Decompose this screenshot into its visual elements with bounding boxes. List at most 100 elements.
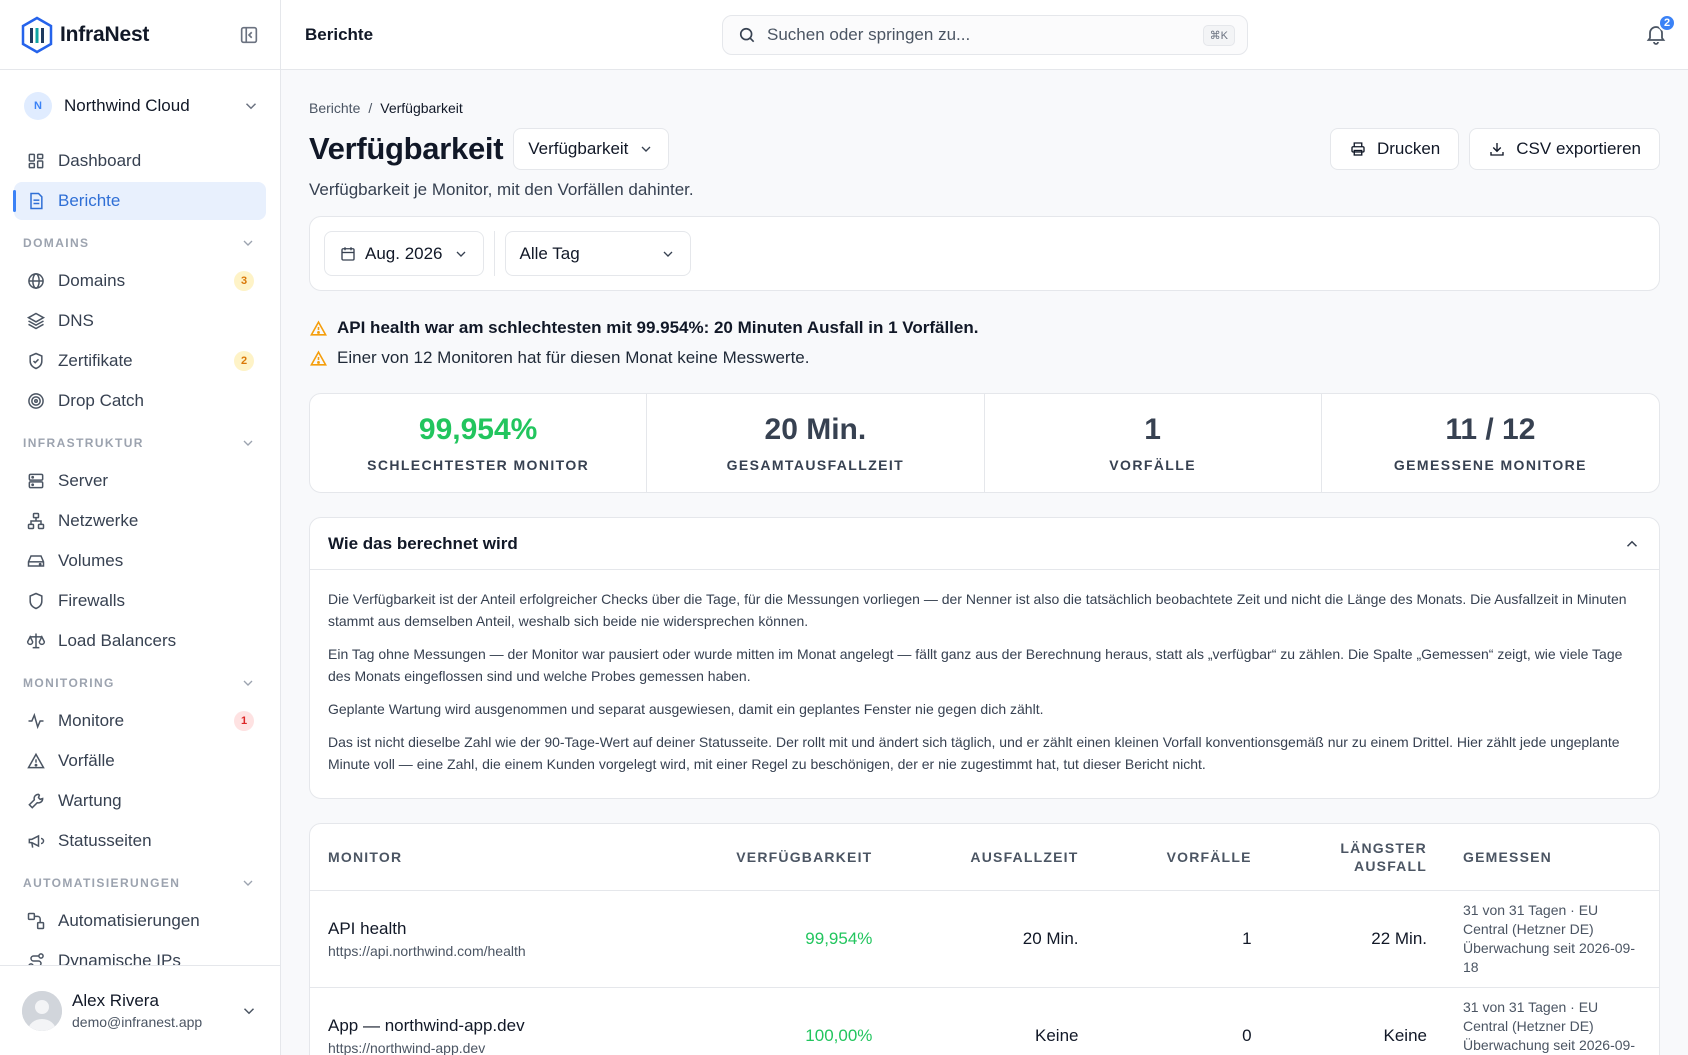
- alert-triangle-icon: [310, 350, 327, 366]
- monitor-name[interactable]: API health: [328, 919, 626, 939]
- stat-label: SCHLECHTESTER MONITOR: [367, 457, 590, 473]
- explainer-toggle[interactable]: Wie das berechnet wird: [310, 518, 1659, 570]
- measured-cell: 31 von 31 Tagen · EU Central (Hetzner DE…: [1445, 890, 1659, 988]
- sidebar-item-label: Firewalls: [58, 591, 126, 610]
- warning-item: API health war am schlechtesten mit 99.9…: [309, 313, 1660, 343]
- section-domains[interactable]: DOMAINS: [14, 224, 266, 262]
- chevron-down-icon: [243, 240, 253, 246]
- user-menu[interactable]: Alex Rivera demo@infranest.app: [0, 965, 280, 1055]
- alert-triangle-icon: [27, 752, 45, 769]
- section-monitoring[interactable]: MONITORING: [14, 664, 266, 702]
- availability-table: MONITOR VERFÜGBARKEIT AUSFALLZEIT VORFÄL…: [309, 823, 1660, 1055]
- report-icon: [30, 192, 43, 210]
- scale-icon: [26, 633, 46, 649]
- explainer-paragraph: Geplante Wartung wird ausgenommen und se…: [328, 701, 1044, 717]
- column-downtime[interactable]: AUSFALLZEIT: [890, 824, 1097, 891]
- chevron-down-icon: [243, 680, 253, 686]
- sidebar-item-server[interactable]: Server: [14, 462, 266, 500]
- sidebar-item-vorfaelle[interactable]: Vorfälle: [14, 742, 266, 780]
- stat-label: GEMESSENE MONITORE: [1393, 457, 1587, 473]
- column-measured[interactable]: GEMESSEN: [1445, 824, 1659, 891]
- sidebar-item-loadbalancers[interactable]: Load Balancers: [14, 622, 266, 660]
- explainer-paragraph: Die Verfügbarkeit ist der Anteil erfolgr…: [328, 591, 1627, 629]
- activity-icon: [28, 712, 44, 730]
- section-label: MONITORING: [23, 676, 115, 690]
- column-longest-outage[interactable]: LÄNGSTER AUSFALL: [1269, 824, 1445, 891]
- table-header-row: MONITOR VERFÜGBARKEIT AUSFALLZEIT VORFÄL…: [310, 824, 1659, 891]
- target-icon: [28, 393, 44, 409]
- sidebar-item-label: Server: [58, 471, 109, 490]
- count-badge: 2: [234, 351, 254, 371]
- stat-measured-monitors: 11 / 12 GEMESSENE MONITORE: [1322, 394, 1659, 492]
- section-automatisierungen[interactable]: AUTOMATISIERUNGEN: [14, 864, 266, 902]
- brand: InfraNest: [0, 0, 280, 70]
- sidebar-item-label: Statusseiten: [58, 831, 152, 850]
- infranest-logo-icon: [21, 16, 53, 53]
- filter-bar: Aug. 2026 Alle Tag: [309, 216, 1660, 291]
- chevron-down-icon: [641, 146, 651, 152]
- shortcut-hint: ⌘K: [1202, 24, 1235, 46]
- csv-export-button[interactable]: CSV exportieren: [1469, 128, 1660, 170]
- search-icon: [739, 27, 755, 43]
- section-label: INFRASTRUKTUR: [23, 436, 144, 450]
- sidebar-item-firewalls[interactable]: Firewalls: [14, 582, 266, 620]
- sidebar-item-volumes[interactable]: Volumes: [14, 542, 266, 580]
- breadcrumb-root[interactable]: Berichte: [309, 100, 360, 116]
- column-availability[interactable]: VERFÜGBARKEIT: [644, 824, 891, 891]
- measured-cell: 31 von 31 Tagen · EU Central (Hetzner DE…: [1445, 987, 1659, 1055]
- sidebar-item-statusseiten[interactable]: Statusseiten: [14, 822, 266, 860]
- stat-value: 1: [1144, 413, 1161, 446]
- sidebar-item-zertifikate[interactable]: Zertifikate 2: [14, 342, 266, 380]
- topbar-title: Berichte: [305, 24, 374, 44]
- column-label-line: AUSFALL: [1354, 857, 1427, 874]
- globe-icon: [28, 273, 44, 289]
- chevron-up-icon: [1626, 540, 1638, 547]
- sidebar-item-netzwerke[interactable]: Netzwerke: [14, 502, 266, 540]
- column-monitor[interactable]: MONITOR: [310, 824, 645, 891]
- sidebar: InfraNest N Northwind Cloud Dashboard Be…: [0, 0, 281, 1055]
- sidebar-item-dns[interactable]: DNS: [14, 302, 266, 340]
- longest-outage-cell: 22 Min.: [1269, 890, 1445, 988]
- sidebar-item-label: Monitore: [58, 711, 125, 730]
- explainer-paragraph: Das ist nicht dieselbe Zahl wie der 90-T…: [328, 734, 1620, 772]
- user-email: demo@infranest.app: [72, 1014, 203, 1030]
- sidebar-item-monitore[interactable]: Monitore 1: [14, 702, 266, 740]
- sidebar-item-dropcatch[interactable]: Drop Catch: [14, 382, 266, 420]
- section-infrastruktur[interactable]: INFRASTRUKTUR: [14, 424, 266, 462]
- monitor-url: https://api.northwind.com/health: [328, 942, 526, 959]
- org-switcher[interactable]: N Northwind Cloud: [0, 70, 280, 142]
- stat-value: 99,954%: [418, 413, 538, 446]
- tag-value: Alle Tag: [519, 243, 580, 263]
- stat-worst-monitor: 99,954% SCHLECHTESTER MONITOR: [310, 394, 648, 492]
- sidebar-collapse-icon[interactable]: [238, 24, 260, 46]
- page-title: Verfügbarkeit: [309, 131, 504, 166]
- table-row[interactable]: App — northwind-app.dev https://northwin…: [310, 987, 1659, 1055]
- sidebar-item-label: Berichte: [58, 191, 121, 210]
- main-content: Berichte / Verfügbarkeit Verfügbarkeit V…: [281, 70, 1688, 1055]
- sidebar-item-label: Netzwerke: [58, 511, 139, 530]
- monitor-cell: API health https://api.northwind.com/hea…: [310, 890, 645, 988]
- sidebar-item-label: Wartung: [58, 791, 122, 810]
- brand-name: InfraNest: [60, 22, 150, 46]
- month-picker[interactable]: Aug. 2026: [324, 231, 484, 276]
- sidebar-item-label: DNS: [58, 311, 94, 330]
- print-button[interactable]: Drucken: [1329, 128, 1460, 170]
- sidebar-item-label: Dashboard: [58, 151, 142, 170]
- shield-check-icon: [29, 352, 43, 370]
- sidebar-item-berichte[interactable]: Berichte: [13, 182, 266, 220]
- sidebar-item-label: Automatisierungen: [58, 911, 200, 930]
- sidebar-item-domains[interactable]: Domains 3: [14, 262, 266, 300]
- column-incidents[interactable]: VORFÄLLE: [1096, 824, 1270, 891]
- stat-label: GESAMTAUSFALLZEIT: [726, 457, 905, 473]
- sidebar-item-wartung[interactable]: Wartung: [14, 782, 266, 820]
- report-type-select[interactable]: Verfügbarkeit: [513, 128, 670, 170]
- sidebar-item-dashboard[interactable]: Dashboard: [14, 142, 266, 180]
- search-input[interactable]: Suchen oder springen zu... ⌘K: [722, 15, 1248, 55]
- table-row[interactable]: API health https://api.northwind.com/hea…: [310, 890, 1659, 988]
- monitor-name[interactable]: App — northwind-app.dev: [328, 1016, 626, 1036]
- tag-select[interactable]: Alle Tag: [504, 231, 691, 276]
- sidebar-item-automatisierungen[interactable]: Automatisierungen: [14, 902, 266, 940]
- org-name: Northwind Cloud: [64, 96, 190, 115]
- sidebar-nav: Dashboard Berichte DOMAINS Domains 3 DNS…: [0, 142, 280, 980]
- incidents-cell: 0: [1096, 987, 1270, 1055]
